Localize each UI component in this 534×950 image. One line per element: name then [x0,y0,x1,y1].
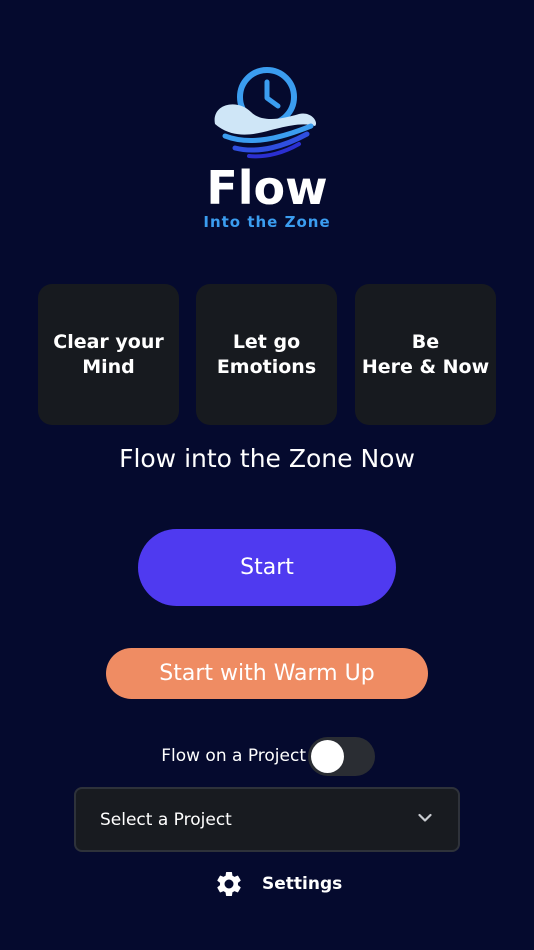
card-label: Let go Emotions [216,330,317,378]
app-title: Flow [206,161,328,215]
card-label: Be Here & Now [361,330,490,378]
project-select[interactable]: Select a Project [74,787,460,852]
app-subtitle: Into the Zone [203,213,331,231]
headline: Flow into the Zone Now [119,444,415,473]
mode-cards: Clear your Mind Let go Emotions Be Here … [38,284,496,426]
chevron-down-icon [418,813,432,822]
project-select-value: Select a Project [100,810,232,830]
project-toggle[interactable] [308,737,375,776]
card-label: Clear your Mind [53,330,164,378]
card-here-and-now[interactable]: Be Here & Now [355,284,496,425]
card-let-go-emotions[interactable]: Let go Emotions [196,284,337,425]
settings-label: Settings [262,874,343,894]
project-toggle-label: Flow on a Project [161,746,306,766]
start-with-warm-up-button[interactable]: Start with Warm Up [106,648,428,699]
toggle-knob [311,740,344,773]
settings-button[interactable]: Settings [214,868,344,900]
clock-wave-logo-icon [214,67,317,159]
start-button[interactable]: Start [138,529,396,606]
gear-icon [217,871,241,896]
card-clear-mind[interactable]: Clear your Mind [38,284,179,425]
